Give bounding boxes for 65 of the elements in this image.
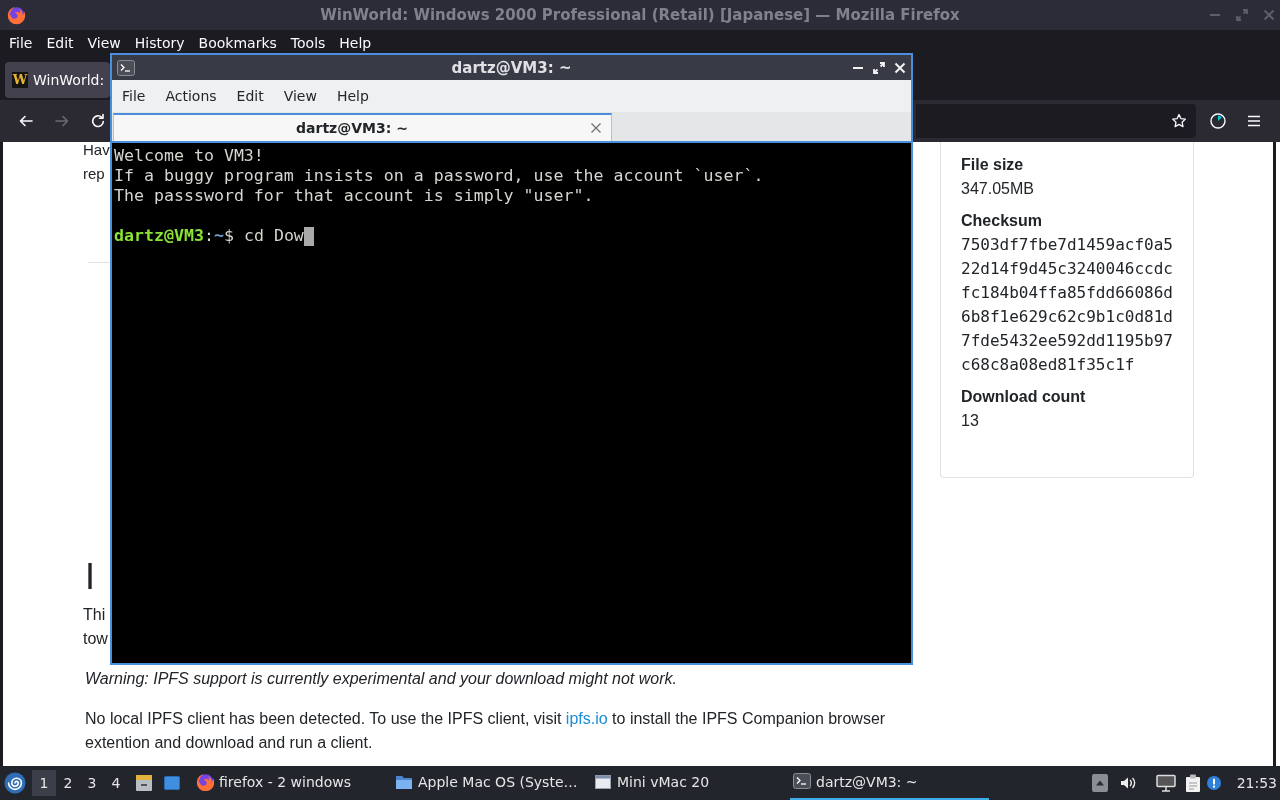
paragraph-text: rep <box>83 164 105 184</box>
field-label: Checksum <box>961 211 1042 231</box>
workspace-button[interactable]: 3 <box>80 770 104 796</box>
task-button[interactable]: firefox - 2 windows <box>193 766 392 800</box>
drawer-icon[interactable] <box>135 774 153 792</box>
window-icon <box>594 773 612 791</box>
section-heading: I <box>85 557 95 597</box>
workspace-button[interactable]: 2 <box>56 770 80 796</box>
field-label: File size <box>961 155 1024 175</box>
menu-item[interactable]: View <box>273 88 327 104</box>
menu-item[interactable]: Actions <box>155 88 227 104</box>
swirl-icon[interactable] <box>4 772 26 794</box>
reload-icon[interactable] <box>90 113 106 129</box>
window-title: WinWorld: Windows 2000 Professional (Retail) [Japanese] — Mozilla Firefox <box>320 6 960 24</box>
menu-item[interactable]: View <box>80 32 128 53</box>
terminal-output-line: If a buggy program insists on a password, use the account `user`. <box>114 166 764 186</box>
browser-tab[interactable]: W WinWorld: <box>5 62 110 98</box>
clock-text: 21:53 <box>1236 775 1277 791</box>
menu-item[interactable]: Bookmarks <box>191 32 284 53</box>
ipfs-link[interactable]: ipfs.io <box>565 710 608 727</box>
task-button[interactable]: dartz@VM3: ~ <box>790 766 989 800</box>
close-icon[interactable] <box>590 122 602 134</box>
field-label: Download count <box>961 387 1086 407</box>
task-button[interactable]: Apple Mac OS (Syste… <box>392 766 591 800</box>
close-icon[interactable] <box>893 60 907 75</box>
block-cursor-icon <box>303 226 314 246</box>
warning-text: Warning: IPFS support is currently experimental and your download might not work. <box>85 669 677 689</box>
terminal-icon <box>793 773 811 791</box>
url-field[interactable] <box>916 104 1196 138</box>
star-icon[interactable] <box>1171 113 1187 129</box>
pie-progress-icon[interactable] <box>1210 113 1226 129</box>
window-title: dartz@VM3: ~ <box>451 58 572 77</box>
paragraph-text: tow <box>83 629 108 649</box>
menu-item[interactable]: History <box>127 32 192 53</box>
command-prompt: dartz@VM3:~$ cd Dow <box>114 226 304 246</box>
menu-item[interactable]: Edit <box>39 32 81 53</box>
folder-icon <box>395 773 413 791</box>
monitor-icon[interactable] <box>1155 774 1176 792</box>
app-logo-icon <box>7 5 26 25</box>
terminal-output-line: Welcome to VM3! <box>114 146 264 166</box>
paragraph-text: Thi <box>83 605 106 625</box>
menu-item[interactable]: Help <box>332 32 379 53</box>
menu-icon[interactable] <box>1246 113 1262 129</box>
terminal-icon <box>117 59 135 76</box>
clipboard-icon[interactable] <box>1183 774 1202 792</box>
menu-item[interactable]: Help <box>326 88 379 104</box>
menu-item[interactable]: Tools <box>283 32 333 53</box>
terminal-output-line: The passsword for that account is simply "user". <box>114 186 594 206</box>
workspace-button[interactable]: 4 <box>104 770 128 796</box>
field-value: 347.05MB <box>961 179 1034 199</box>
terminal-tab[interactable]: dartz@VM3: ~ <box>113 113 612 141</box>
task-button[interactable]: Mini vMac 20 <box>591 766 790 800</box>
checksum-value: 7503df7fbe7d1459acf0a522d14f9d45c3240046ccdcfc184b04ffa85fdd66086d6b8f1e629c62c9b1c0d81d7fde5432ee592dd1195b97c68c8a08ed81f35c1f <box>961 234 1173 376</box>
notice-paragraph: No local IPFS client has been detected. To use the IPFS client, visit ipfs.io to install the IPFS Companion browser extention and download and run a client. <box>85 709 887 753</box>
app-logo-icon <box>196 773 214 791</box>
site-logo: W <box>12 72 28 88</box>
info-icon[interactable] <box>1206 776 1221 790</box>
paragraph-text: Hav <box>83 142 110 160</box>
menu-item[interactable]: Edit <box>226 88 274 104</box>
menu-item[interactable]: File <box>2 32 40 53</box>
menu-item[interactable]: File <box>112 88 156 104</box>
desktop-icon[interactable] <box>163 774 181 792</box>
field-value: 13 <box>961 411 979 431</box>
workspace-button[interactable]: 1 <box>32 770 56 796</box>
back-icon[interactable] <box>18 113 34 129</box>
